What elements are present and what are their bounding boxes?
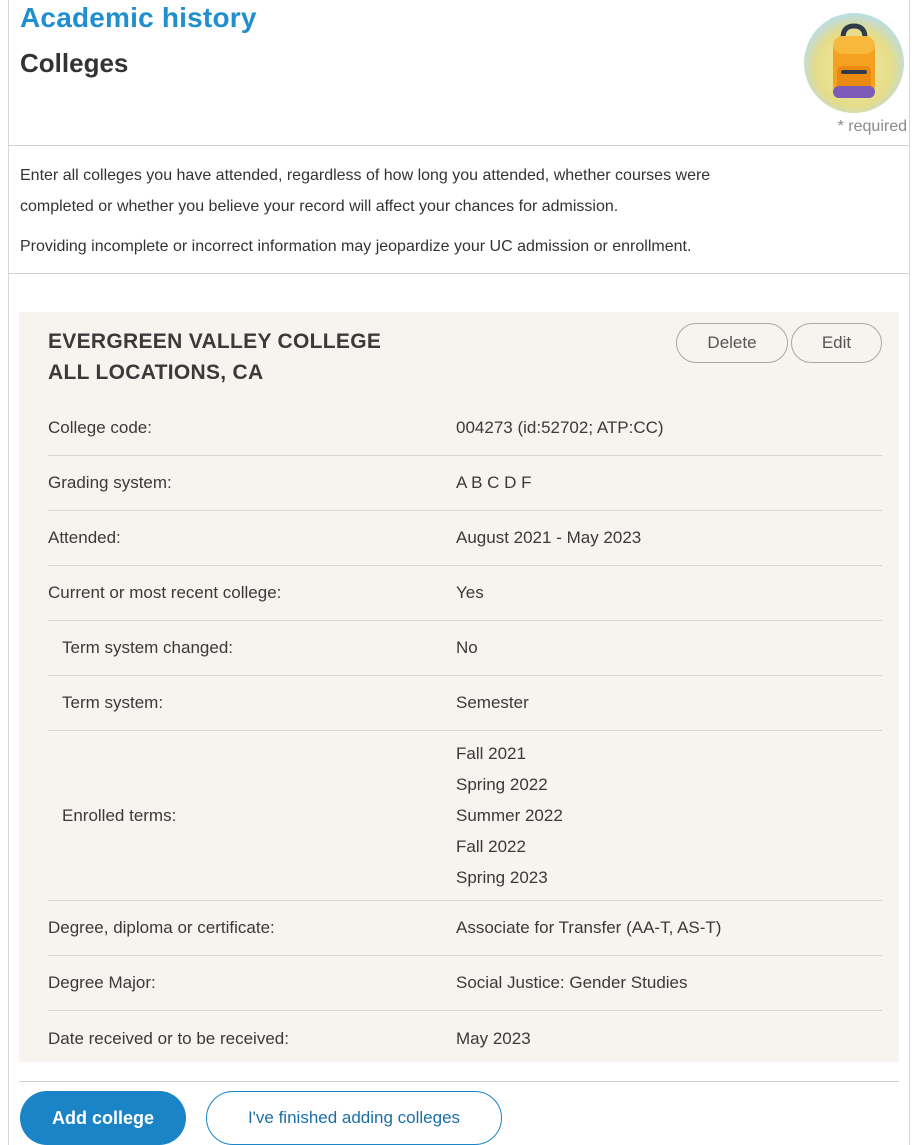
detail-value: Semester bbox=[456, 693, 529, 712]
detail-row-degree: Degree, diploma or certificate: Associat… bbox=[48, 901, 882, 956]
detail-value: Associate for Transfer (AA-T, AS-T) bbox=[456, 918, 722, 937]
detail-label: Date received or to be received: bbox=[48, 1028, 289, 1048]
instructions: Enter all colleges you have attended, re… bbox=[9, 146, 909, 274]
required-note: * required bbox=[837, 118, 907, 135]
college-card: EVERGREEN VALLEY COLLEGE ALL LOCATIONS, … bbox=[19, 312, 899, 1062]
detail-label: Current or most recent college: bbox=[48, 583, 282, 602]
warning-paragraph: Providing incomplete or incorrect inform… bbox=[20, 238, 692, 255]
delete-button[interactable]: Delete bbox=[676, 323, 788, 363]
detail-row-term-system: Term system: Semester bbox=[48, 676, 882, 731]
detail-row-current-college: Current or most recent college: Yes bbox=[48, 566, 882, 621]
detail-value: August 2021 - May 2023 bbox=[456, 528, 642, 547]
list-item: Fall 2022 bbox=[456, 837, 526, 856]
detail-label: Degree Major: bbox=[48, 973, 156, 992]
detail-label: Grading system: bbox=[48, 473, 172, 492]
backpack-icon bbox=[804, 13, 904, 113]
detail-row-degree-major: Degree Major: Social Justice: Gender Stu… bbox=[48, 956, 882, 1011]
list-item: Spring 2022 bbox=[456, 775, 548, 794]
add-college-button[interactable]: Add college bbox=[20, 1091, 186, 1145]
college-name: EVERGREEN VALLEY COLLEGE ALL LOCATIONS, … bbox=[48, 326, 381, 388]
finished-adding-colleges-button[interactable]: I've finished adding colleges bbox=[206, 1091, 502, 1145]
detail-value: Yes bbox=[456, 583, 484, 602]
instructions-paragraph: Enter all colleges you have attended, re… bbox=[20, 167, 711, 215]
enrolled-terms-list: Fall 2021 Spring 2022 Summer 2022 Fall 2… bbox=[456, 738, 563, 893]
detail-label: Enrolled terms: bbox=[62, 805, 177, 825]
college-details: College code: 004273 (id:52702; ATP:CC) … bbox=[48, 401, 882, 1066]
divider bbox=[19, 1081, 899, 1082]
page-header: Academic history Colleges * required bbox=[9, 0, 909, 146]
page-title: Colleges bbox=[20, 48, 129, 78]
detail-row-grading-system: Grading system: A B C D F bbox=[48, 456, 882, 511]
detail-label: Term system: bbox=[62, 693, 164, 712]
detail-row-enrolled-terms: Enrolled terms: Fall 2021 Spring 2022 Su… bbox=[48, 731, 882, 901]
college-location: ALL LOCATIONS, CA bbox=[48, 361, 264, 384]
detail-label: College code: bbox=[48, 418, 152, 437]
detail-row-attended: Attended: August 2021 - May 2023 bbox=[48, 511, 882, 566]
section-title: Academic history bbox=[20, 2, 257, 33]
college-name-text: EVERGREEN VALLEY COLLEGE bbox=[48, 330, 382, 353]
detail-row-college-code: College code: 004273 (id:52702; ATP:CC) bbox=[48, 401, 882, 456]
detail-label: Attended: bbox=[48, 528, 121, 547]
list-item: Fall 2021 bbox=[456, 744, 526, 763]
detail-label: Degree, diploma or certificate: bbox=[48, 918, 275, 937]
detail-value: Social Justice: Gender Studies bbox=[456, 973, 688, 992]
detail-label: Term system changed: bbox=[62, 638, 234, 657]
detail-value: May 2023 bbox=[456, 1028, 531, 1048]
detail-row-term-system-changed: Term system changed: No bbox=[48, 621, 882, 676]
detail-value: No bbox=[456, 638, 478, 657]
detail-value: 004273 (id:52702; ATP:CC) bbox=[456, 418, 664, 437]
detail-value: A B C D F bbox=[456, 473, 532, 492]
list-item: Spring 2023 bbox=[456, 868, 548, 887]
list-item: Summer 2022 bbox=[456, 806, 563, 825]
edit-button[interactable]: Edit bbox=[791, 323, 882, 363]
detail-row-date-received: Date received or to be received: May 202… bbox=[48, 1011, 882, 1066]
page: Academic history Colleges * required Ent… bbox=[8, 0, 910, 1145]
